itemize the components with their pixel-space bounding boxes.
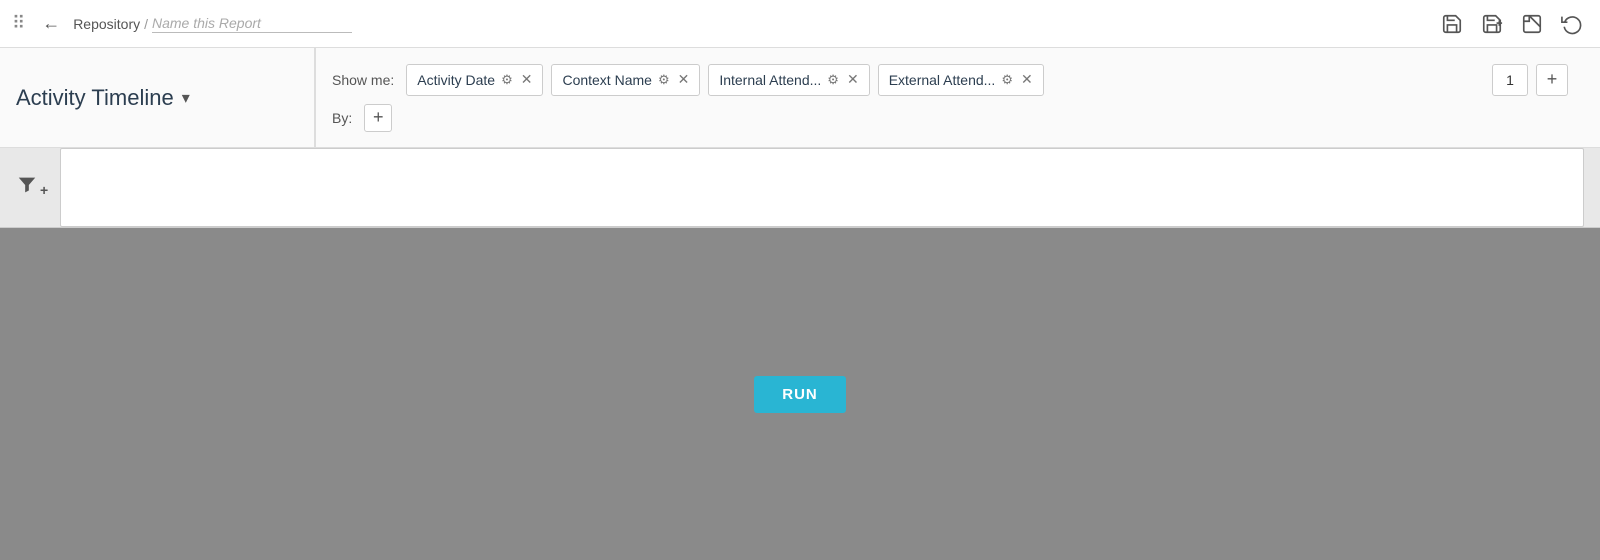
top-bar-right (1436, 8, 1588, 40)
save-as-button[interactable] (1476, 8, 1508, 40)
context-name-close-icon[interactable]: ✕ (678, 71, 690, 88)
top-bar-left: ⠿ ← Repository / Name this Report (12, 10, 352, 38)
run-button[interactable]: RUN (754, 376, 846, 413)
show-me-label: Show me: (332, 72, 394, 88)
activity-date-settings-icon[interactable]: ⚙ (501, 72, 513, 88)
config-bar: Activity Timeline ▾ Show me: Activity Da… (0, 48, 1600, 148)
report-title-dropdown[interactable]: ▾ (182, 88, 190, 108)
sidebar-toggle-icon[interactable]: ⠿ (12, 13, 25, 34)
page-number: 1 (1492, 64, 1528, 96)
filter-bar: + (0, 148, 1600, 228)
internal-attend-label: Internal Attend... (719, 72, 821, 88)
add-page-button[interactable]: + (1536, 64, 1568, 96)
report-title: Activity Timeline (16, 85, 174, 111)
add-by-field-button[interactable]: + (364, 104, 392, 132)
config-bar-left: Activity Timeline ▾ (16, 48, 316, 147)
external-attend-settings-icon[interactable]: ⚙ (1001, 72, 1013, 88)
filter-content-area (60, 148, 1584, 227)
top-bar: ⠿ ← Repository / Name this Report (0, 0, 1600, 48)
back-button[interactable]: ← (37, 10, 65, 38)
internal-attend-settings-icon[interactable]: ⚙ (827, 72, 839, 88)
breadcrumb: Repository / Name this Report (73, 15, 352, 33)
field-pill-context-name: Context Name ⚙ ✕ (551, 64, 700, 96)
by-label: By: (332, 110, 352, 126)
field-pill-internal-attend: Internal Attend... ⚙ ✕ (708, 64, 869, 96)
field-pill-external-attend: External Attend... ⚙ ✕ (878, 64, 1044, 96)
field-pill-activity-date: Activity Date ⚙ ✕ (406, 64, 543, 96)
activity-date-label: Activity Date (417, 72, 495, 88)
chart-button[interactable] (1516, 8, 1548, 40)
external-attend-label: External Attend... (889, 72, 996, 88)
save-button[interactable] (1436, 8, 1468, 40)
activity-date-close-icon[interactable]: ✕ (521, 71, 533, 88)
show-me-row: Show me: Activity Date ⚙ ✕ Context Name … (332, 64, 1568, 96)
external-attend-close-icon[interactable]: ✕ (1021, 71, 1033, 88)
context-name-label: Context Name (562, 72, 651, 88)
internal-attend-close-icon[interactable]: ✕ (847, 71, 859, 88)
context-name-settings-icon[interactable]: ⚙ (658, 72, 670, 88)
by-row: By: + (332, 104, 1568, 132)
filter-plus-icon: + (40, 182, 48, 198)
breadcrumb-separator: / (144, 16, 148, 32)
filter-funnel-icon (16, 174, 38, 202)
breadcrumb-repo: Repository (73, 16, 140, 32)
main-content: RUN (0, 228, 1600, 560)
filter-icon-area[interactable]: + (16, 174, 48, 202)
config-bar-right: Show me: Activity Date ⚙ ✕ Context Name … (316, 56, 1584, 140)
report-name-input[interactable]: Name this Report (152, 15, 352, 33)
undo-button[interactable] (1556, 8, 1588, 40)
